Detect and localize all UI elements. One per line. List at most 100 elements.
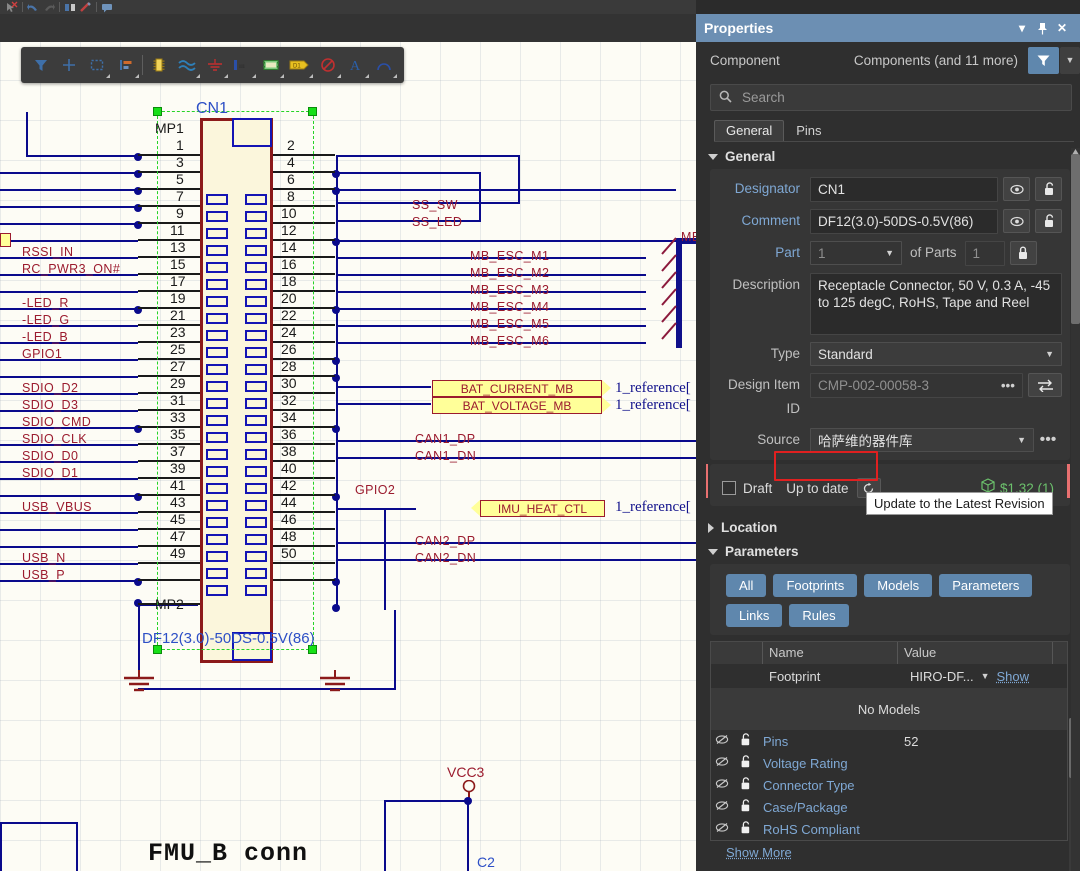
pill-links[interactable]: Links [726, 604, 783, 627]
net-label[interactable]: RC_PWR3_ON# [22, 262, 120, 276]
pill-footprints[interactable]: Footprints [773, 574, 858, 597]
net-label[interactable]: GPIO2 [355, 483, 395, 497]
port-imu-heat-ctl[interactable]: IMU_HEAT_CTL [471, 500, 605, 517]
search-box[interactable] [710, 84, 1072, 111]
draft-checkbox[interactable] [722, 481, 736, 495]
pill-all[interactable]: All [726, 574, 767, 597]
net-label[interactable]: USB_N [22, 551, 66, 565]
filter-dropdown-button[interactable]: ▼ [1060, 46, 1080, 74]
eye-off-icon[interactable] [711, 756, 733, 770]
tab-pins[interactable]: Pins [784, 120, 833, 141]
net-label[interactable]: SDIO_D1 [22, 466, 78, 480]
tab-general[interactable]: General [714, 120, 785, 141]
chevron-down-icon[interactable]: ▾ [1012, 18, 1032, 38]
panel-scrollbar-thumb[interactable] [1071, 154, 1080, 324]
compare-icon[interactable] [63, 1, 78, 14]
net-label[interactable]: MB_ESC_M5 [470, 317, 549, 331]
designator-input[interactable]: CN1 [810, 177, 998, 202]
pill-rules[interactable]: Rules [789, 604, 849, 627]
net-label[interactable]: -LED_G [22, 313, 70, 327]
table-row[interactable]: Pins 52 [711, 730, 1067, 752]
unlock-icon[interactable] [1035, 177, 1062, 201]
footprint-row[interactable]: Footprint HIRO-DF... ▼ Show [711, 664, 1067, 688]
net-label[interactable]: SS_LED [412, 215, 462, 229]
arrow-forward-icon[interactable] [41, 1, 56, 14]
scroll-up-arrow-icon[interactable] [1072, 142, 1079, 154]
net-label[interactable]: USB_P [22, 568, 65, 582]
selection-handle[interactable] [153, 107, 162, 116]
source-select[interactable]: 哈萨维的器件库 ▼ [810, 428, 1034, 452]
net-label[interactable]: CAN1_DP [415, 432, 475, 446]
arrow-back-icon[interactable] [26, 1, 41, 14]
eye-off-icon[interactable] [711, 778, 733, 792]
description-input[interactable]: Receptacle Connector, 50 V, 0.3 A, -45 t… [810, 273, 1062, 335]
no-erc-icon[interactable] [314, 52, 342, 78]
net-label[interactable]: SDIO_CLK [22, 432, 87, 446]
lock-icon[interactable] [1009, 241, 1037, 265]
search-input[interactable] [740, 89, 1063, 106]
net-label[interactable]: CAN2_DP [415, 534, 475, 548]
part-select[interactable]: 1 ▼ [810, 241, 902, 265]
table-row[interactable]: Voltage Rating [711, 752, 1067, 774]
net-label[interactable]: MB_ESC_M6 [470, 334, 549, 348]
port-bat-current-mb[interactable]: BAT_CURRENT_MB [432, 380, 611, 397]
eye-icon[interactable] [1003, 177, 1030, 201]
design-item-id-ellipsis-button[interactable]: ••• [1001, 377, 1015, 394]
net-label[interactable]: SDIO_D2 [22, 381, 78, 395]
chevron-down-icon[interactable]: ▼ [981, 671, 990, 681]
net-label[interactable]: MB_ESC_M2 [470, 266, 549, 280]
net-label[interactable]: CAN2_DN [415, 551, 476, 565]
unlock-icon[interactable] [733, 799, 757, 815]
unlock-icon[interactable] [733, 777, 757, 793]
net-label[interactable]: CAN1_DN [415, 449, 476, 463]
source-ellipsis-button[interactable]: ••• [1034, 428, 1062, 452]
cursor-select-icon[interactable] [4, 1, 19, 14]
funnel-icon[interactable] [1028, 46, 1059, 74]
net-label[interactable]: MB_ESC_M1 [470, 249, 549, 263]
port-icon[interactable]: ıɪı [229, 52, 257, 78]
filter-icon[interactable] [27, 52, 55, 78]
text-icon[interactable]: A [342, 52, 370, 78]
net-label[interactable]: SDIO_D3 [22, 398, 78, 412]
close-icon[interactable]: ✕ [1052, 18, 1072, 38]
net-label[interactable]: MB_ESC_M3 [470, 283, 549, 297]
table-row[interactable]: Connector Type [711, 774, 1067, 796]
type-select[interactable]: Standard ▼ [810, 342, 1062, 366]
table-row[interactable]: Case/Package [711, 796, 1067, 818]
schematic-canvas[interactable]: MB [0, 42, 696, 871]
net-label[interactable]: SDIO_D0 [22, 449, 78, 463]
eye-off-icon[interactable] [711, 734, 733, 748]
unlock-icon[interactable] [733, 733, 757, 749]
net-label[interactable]: MB_ESC_M4 [470, 300, 549, 314]
footprint-show-link[interactable]: Show [996, 669, 1029, 684]
net-label[interactable]: -LED_B [22, 330, 68, 344]
net-label-icon[interactable]: D1 [285, 52, 313, 78]
unlock-icon[interactable] [733, 755, 757, 771]
general-section-header[interactable]: General [696, 142, 1080, 169]
unlock-icon[interactable] [1035, 209, 1062, 233]
cap-designator[interactable]: C2 [477, 854, 495, 870]
swap-icon[interactable] [1028, 373, 1062, 397]
align-icon[interactable] [111, 52, 139, 78]
ground-icon[interactable] [201, 52, 229, 78]
comment-icon[interactable] [100, 1, 115, 14]
show-more-link[interactable]: Show More [726, 845, 792, 860]
net-label[interactable]: -LED_R [22, 296, 69, 310]
rectangle-select-icon[interactable] [83, 52, 111, 78]
component-designator[interactable]: CN1 [196, 100, 228, 118]
comment-input[interactable]: DF12(3.0)-50DS-0.5V(86) [810, 209, 998, 234]
net-label[interactable]: SS_SW [412, 198, 458, 212]
show-more-row[interactable]: Show More [696, 841, 1080, 862]
pin-icon[interactable] [1032, 18, 1052, 38]
component-part-name[interactable]: DF12(3.0)-50DS-0.5V(86) [142, 630, 315, 647]
arc-icon[interactable] [370, 52, 398, 78]
eye-icon[interactable] [1003, 209, 1030, 233]
unlock-icon[interactable] [733, 821, 757, 837]
pill-models[interactable]: Models [864, 574, 933, 597]
power-port-label[interactable]: VCC3 [447, 764, 484, 780]
crosshair-place-icon[interactable] [55, 52, 83, 78]
eye-off-icon[interactable] [711, 822, 733, 836]
design-item-id-input[interactable]: CMP-002-00058-3 ••• [810, 373, 1023, 398]
pill-parameters[interactable]: Parameters [939, 574, 1033, 597]
net-label[interactable]: USB_VBUS [22, 500, 92, 514]
